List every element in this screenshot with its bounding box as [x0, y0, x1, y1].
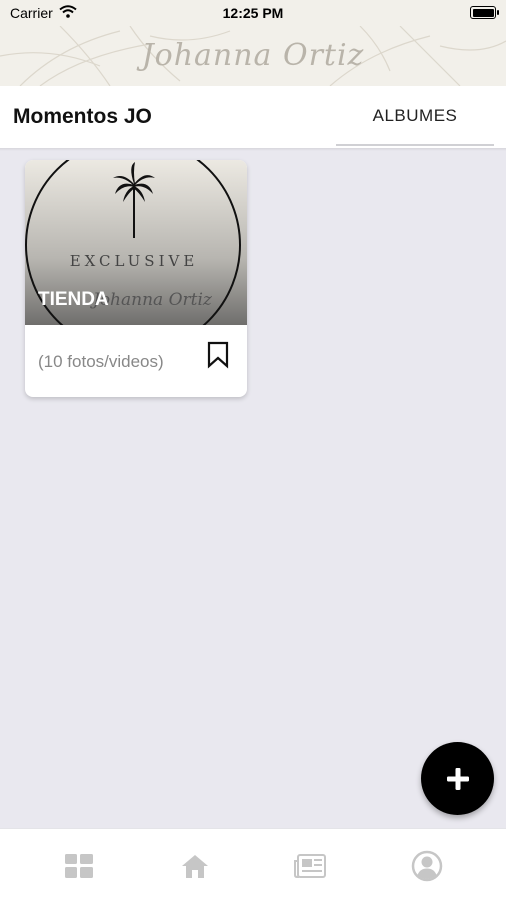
header-shadow: [0, 148, 506, 151]
album-cover: EXCLUSIVE Johanna Ortiz TIENDA: [25, 160, 247, 325]
bottom-tab-bar: [0, 828, 506, 900]
home-icon: [182, 855, 208, 878]
album-card[interactable]: EXCLUSIVE Johanna Ortiz TIENDA (10 fotos…: [25, 160, 247, 397]
header: Momentos JO ALBUMES: [0, 86, 506, 148]
album-count: (10 fotos/videos): [38, 352, 164, 371]
news-icon: [294, 854, 326, 878]
brand-bar: Johanna Ortiz: [0, 26, 506, 86]
grid-icon: [65, 854, 93, 878]
album-title: TIENDA: [38, 289, 109, 310]
plus-icon: [446, 767, 469, 790]
bookmark-icon[interactable]: [206, 341, 230, 369]
tab-profile[interactable]: [410, 849, 444, 883]
add-button[interactable]: [421, 742, 494, 815]
tab-albumes[interactable]: ALBUMES: [336, 86, 494, 146]
cover-signature: Johanna Ortiz: [93, 290, 212, 310]
tab-news[interactable]: [293, 849, 327, 883]
brand-logo: Johanna Ortiz: [141, 38, 365, 73]
status-bar: Carrier 12:25 PM: [0, 0, 506, 26]
profile-icon: [411, 850, 443, 882]
tab-grid[interactable]: [62, 849, 96, 883]
battery-icon: [470, 6, 499, 19]
status-time: 12:25 PM: [222, 5, 284, 21]
cover-exclusive-text: EXCLUSIVE: [69, 252, 199, 270]
palm-tree-icon: [113, 162, 155, 238]
page-title: Momentos JO: [13, 105, 152, 128]
tab-home[interactable]: [178, 849, 212, 883]
tab-underline: [336, 144, 494, 146]
